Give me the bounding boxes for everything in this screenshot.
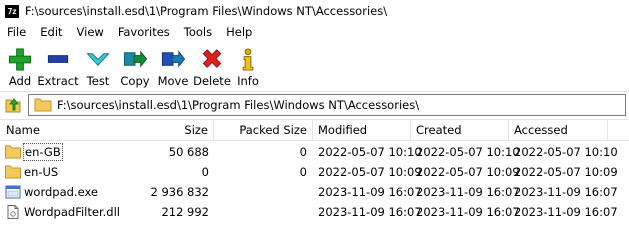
delete-label: Delete [193,74,231,88]
address-path: F:\sources\install.esd\1\Program Files\W… [57,98,420,112]
up-folder-icon[interactable] [4,96,22,114]
menu-bar: File Edit View Favorites Tools Help [0,23,259,42]
file-name: wordpad.exe [24,185,98,199]
menu-edit[interactable]: Edit [33,23,69,42]
add-button[interactable]: Add [4,43,36,88]
file-size: 0 [201,165,209,179]
column-divider[interactable] [410,120,411,141]
file-list: Name Size Packed Size Modified Created A… [0,120,629,250]
test-button[interactable]: Test [80,43,116,88]
copy-button[interactable]: Copy [116,43,154,88]
column-header-created[interactable]: Created [416,120,462,141]
title-bar: 7z F:\sources\install.esd\1\Program File… [0,0,629,22]
table-row[interactable]: en-US 0 0 2022-05-07 10:09 2022-05-07 10… [0,162,629,182]
column-header-accessed[interactable]: Accessed [514,120,568,141]
column-divider[interactable] [607,120,608,141]
menu-favorites[interactable]: Favorites [111,23,177,42]
extract-label: Extract [37,74,79,88]
file-packed-size: 0 [299,165,307,179]
copy-arrow-icon [123,50,148,68]
column-header-size[interactable]: Size [150,120,208,141]
file-modified: 2023-11-09 16:07 [318,185,422,199]
file-packed-size: 0 [299,145,307,159]
move-label: Move [157,74,189,88]
menu-help[interactable]: Help [219,23,259,42]
table-row[interactable]: en-GB 50 688 0 2022-05-07 10:10 2022-05-… [0,142,629,162]
plus-icon [8,48,32,71]
dll-file-icon [7,205,19,219]
minus-icon [47,55,69,63]
column-header-row: Name Size Packed Size Modified Created A… [0,120,629,141]
file-modified: 2022-05-07 10:10 [318,145,422,159]
info-label: Info [237,74,259,88]
file-name: WordpadFilter.dll [24,205,120,219]
column-divider[interactable] [508,120,509,141]
file-accessed: 2023-11-09 16:07 [514,185,618,199]
file-modified: 2022-05-07 10:09 [318,165,422,179]
file-created: 2023-11-09 16:07 [416,205,520,219]
column-header-modified[interactable]: Modified [318,120,367,141]
move-arrow-icon [161,50,186,68]
extract-button[interactable]: Extract [36,43,80,88]
delete-x-icon [202,49,222,68]
file-name: en-US [24,165,59,179]
window-title: F:\sources\install.esd\1\Program Files\W… [25,4,388,18]
file-modified: 2023-11-09 16:07 [318,205,422,219]
file-size: 2 936 832 [150,185,209,199]
address-row: F:\sources\install.esd\1\Program Files\W… [0,92,629,118]
file-created: 2022-05-07 10:09 [416,165,520,179]
column-divider[interactable] [213,120,214,141]
file-accessed: 2022-05-07 10:10 [514,145,618,159]
folder-icon [34,98,52,112]
test-label: Test [86,74,110,88]
toolbar: Add Extract Test Copy Move Delete Info [0,43,264,90]
file-name: en-GB [23,143,63,161]
file-size: 212 992 [161,205,209,219]
menu-view[interactable]: View [70,23,111,42]
folder-icon [5,145,21,159]
add-label: Add [8,74,32,88]
copy-label: Copy [120,74,150,88]
column-header-name[interactable]: Name [6,120,40,141]
file-accessed: 2023-11-09 16:07 [514,205,618,219]
column-divider[interactable] [312,120,313,141]
file-accessed: 2022-05-07 10:09 [514,165,618,179]
column-header-packed[interactable]: Packed Size [220,120,307,141]
menu-file[interactable]: File [0,23,33,42]
info-icon [242,48,254,71]
table-row[interactable]: WordpadFilter.dll 212 992 2023-11-09 16:… [0,202,629,222]
move-button[interactable]: Move [154,43,192,88]
delete-button[interactable]: Delete [192,43,232,88]
menu-tools[interactable]: Tools [177,23,219,42]
exe-file-icon [5,185,21,199]
address-bar[interactable]: F:\sources\install.esd\1\Program Files\W… [28,94,626,116]
file-created: 2023-11-09 16:07 [416,185,520,199]
app-logo-icon: 7z [5,4,19,18]
table-row[interactable]: wordpad.exe 2 936 832 2023-11-09 16:07 2… [0,182,629,202]
folder-icon [5,165,21,179]
info-button[interactable]: Info [232,43,264,88]
file-size: 50 688 [168,145,209,159]
file-created: 2022-05-07 10:10 [416,145,520,159]
checkmark-icon [86,53,110,66]
